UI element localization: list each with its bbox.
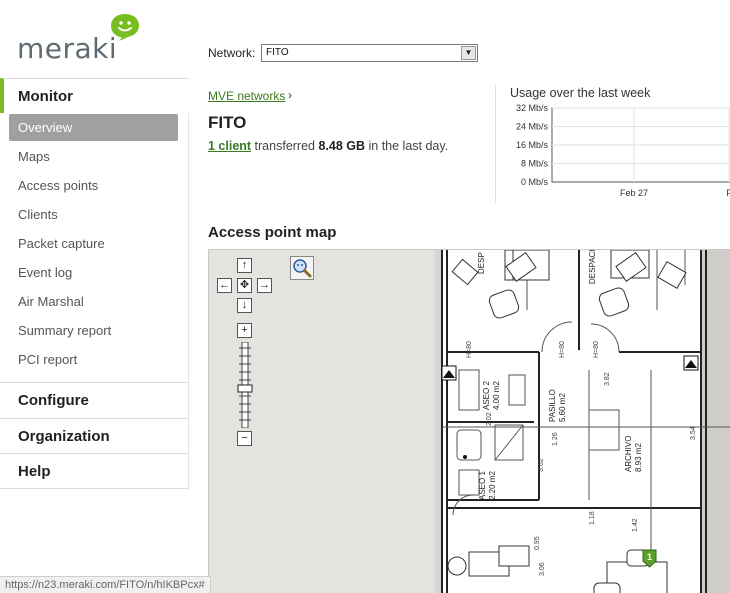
zoom-slider[interactable] (237, 342, 253, 428)
floor-plan: H=80 H=80 H=80 3.82 3.54 1.26 3.62 2.02 … (435, 250, 730, 593)
nav-section-configure[interactable]: Configure (0, 383, 189, 418)
chevron-right-icon: › (288, 88, 292, 102)
svg-text:H=80: H=80 (593, 341, 600, 358)
pan-right-icon[interactable]: → (257, 278, 272, 293)
usage-y-tick-label: 24 Mb/s (516, 122, 549, 132)
usage-divider (495, 85, 496, 203)
map-title: Access point map (208, 224, 337, 241)
usage-y-tick-label: 0 Mb/s (521, 177, 549, 187)
room-dim-5: 2.02 (486, 412, 493, 426)
breadcrumb-mve-networks[interactable]: MVE networks (208, 89, 285, 103)
usage-y-tick-label: 32 Mb/s (516, 103, 549, 113)
room-label-pasillo: PASILLO (548, 389, 557, 422)
room-label-archivo-area: 8.93 m2 (634, 443, 643, 472)
nav-section-organization[interactable]: Organization (0, 418, 189, 453)
summary-text-end: in the last day. (365, 139, 449, 153)
nav-item-pci-report[interactable]: PCI report (0, 345, 189, 374)
meraki-logo[interactable]: meraki (17, 12, 147, 67)
room-label-aseo2: ASEO 2 (482, 381, 491, 410)
usage-y-tick-label: 8 Mb/s (521, 159, 549, 169)
room-dim-3: 1.26 (552, 432, 559, 446)
room-label-desp-left: DESP 14 (477, 250, 486, 274)
pan-center-icon[interactable]: ✥ (237, 278, 252, 293)
zoom-in-icon[interactable]: + (237, 323, 252, 338)
nav-item-maps[interactable]: Maps (0, 142, 189, 171)
chevron-down-icon[interactable]: ▼ (461, 46, 476, 60)
room-dim-1: 3.82 (604, 372, 611, 386)
pan-up-icon[interactable]: ↑ (237, 258, 252, 273)
nav-item-access-points[interactable]: Access points (0, 171, 189, 200)
usage-chart: 32 Mb/s 24 Mb/s 16 Mb/s 8 Mb/s 0 Mb/s Feb 27 F (516, 103, 730, 198)
client-summary: 1 client transferred 8.48 GB in the last… (208, 139, 448, 153)
room-dim-7: 0.95 (534, 536, 541, 550)
room-dim-4: 3.62 (538, 458, 545, 472)
client-count-link[interactable]: 1 client (208, 139, 251, 153)
transfer-amount: 8.48 GB (318, 139, 366, 153)
ap-marker-label: 1 (647, 552, 652, 562)
room-label-aseo2-area: 4.00 m2 (492, 381, 501, 410)
nav-item-overview[interactable]: Overview (9, 114, 178, 141)
usage-x-tick-label: Feb 27 (620, 188, 648, 198)
usage-chart-title: Usage over the last week (510, 86, 651, 100)
nav-item-event-log[interactable]: Event log (0, 258, 189, 287)
room-dim-8: 3.06 (539, 562, 546, 576)
room-dim-9: 1.42 (632, 518, 639, 532)
nav-section-help[interactable]: Help (0, 453, 189, 488)
sidebar: Monitor Overview Maps Access points Clie… (0, 78, 189, 489)
room-label-desp-right: DESPACH 13.00 m (588, 250, 597, 284)
magnifier-icon (293, 259, 312, 278)
meraki-smile-icon (111, 14, 139, 41)
pan-left-icon[interactable]: ← (217, 278, 232, 293)
room-label-aseo1: ASEO 1 (478, 471, 487, 500)
nav-section-monitor[interactable]: Monitor (0, 78, 189, 113)
room-label-pasillo-area: 5.60 m2 (558, 393, 567, 422)
usage-x-tick-label: F (726, 188, 730, 198)
network-select[interactable]: FITO ▼ (261, 44, 478, 62)
page-title: FITO (208, 113, 247, 132)
zoom-out-icon[interactable]: − (237, 431, 252, 446)
room-label-aseo1-area: 2.20 m2 (488, 471, 497, 500)
nav-item-summary-report[interactable]: Summary report (0, 316, 189, 345)
access-point-map[interactable]: H=80 H=80 H=80 3.82 3.54 1.26 3.62 2.02 … (208, 249, 730, 593)
room-dim-2: 3.54 (690, 426, 697, 440)
svg-text:H=80: H=80 (559, 341, 566, 358)
status-bar-url: https://n23.meraki.com/FITO/n/hIKBPcx# (0, 576, 211, 593)
nav-item-clients[interactable]: Clients (0, 200, 189, 229)
summary-text-mid: transferred (251, 139, 319, 153)
nav-item-packet-capture[interactable]: Packet capture (0, 229, 189, 258)
pan-down-icon[interactable]: ↓ (237, 298, 252, 313)
network-label: Network: (208, 46, 256, 60)
room-dim-h80: H=80 (466, 341, 473, 358)
logo-text: meraki (17, 32, 118, 65)
usage-y-tick-label: 16 Mb/s (516, 140, 549, 150)
zoom-slider-handle (237, 384, 253, 393)
zoom-to-fit-button[interactable] (290, 256, 314, 280)
room-label-archivo: ARCHIVO (624, 436, 633, 472)
nav-item-air-marshal[interactable]: Air Marshal (0, 287, 189, 316)
room-dim-6: 1.18 (589, 511, 596, 525)
network-selected-value: FITO (266, 47, 289, 58)
